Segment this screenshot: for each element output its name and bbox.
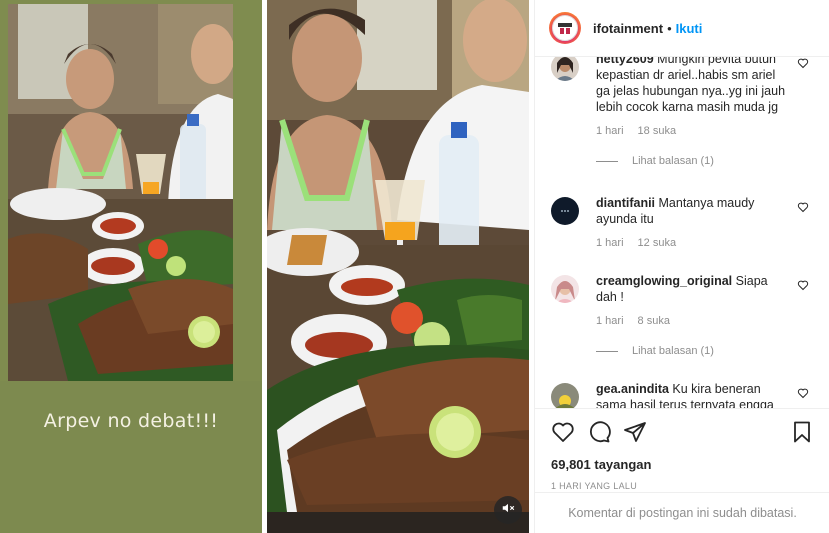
view-replies[interactable]: Lihat balasan (1) <box>596 345 821 357</box>
heart-icon[interactable] <box>551 420 575 444</box>
comment-username[interactable]: diantifanii <box>596 196 655 210</box>
story-photo <box>8 4 233 381</box>
like-comment-icon[interactable] <box>797 387 809 399</box>
follow-button[interactable]: Ikuti <box>676 21 703 36</box>
author-avatar[interactable] <box>549 12 581 44</box>
comment-icon[interactable] <box>587 420 611 444</box>
comment-text-block: diantifanii Mantanya maudy ayunda itu <box>596 195 786 227</box>
video-photo <box>267 0 529 512</box>
replies-divider <box>596 160 618 162</box>
post-media[interactable]: Arpev no debat!!! <box>0 0 534 533</box>
author-avatar-logo <box>552 15 578 41</box>
comment-text-block: creamglowing_original Siapa dah ! <box>596 273 786 305</box>
comment-likes[interactable]: 12 suka <box>638 237 677 249</box>
comment-time: 1 hari <box>596 125 624 137</box>
comment-likes[interactable]: 18 suka <box>638 125 677 137</box>
story-frame: Arpev no debat!!! <box>0 0 262 533</box>
share-icon[interactable] <box>623 420 647 444</box>
replies-divider <box>596 350 618 352</box>
comment-item: gea.anindita Ku kira beneran sama hasil … <box>551 381 821 408</box>
comment-meta: 1 hari 12 suka <box>596 237 821 249</box>
video-frame <box>267 0 529 533</box>
view-replies-label[interactable]: Lihat balasan (1) <box>632 155 714 167</box>
post-timestamp[interactable]: 1 HARI YANG LALU <box>551 481 814 491</box>
story-frame-background <box>0 381 262 533</box>
comment-time: 1 hari <box>596 315 624 327</box>
comment-text-block: netty2609 Mungkin pevita butuh kepastian… <box>596 57 786 115</box>
comments-restricted-notice: Komentar di postingan ini sudah dibatasi… <box>535 492 829 533</box>
view-replies-label[interactable]: Lihat balasan (1) <box>632 345 714 357</box>
comment-meta: 1 hari 18 suka <box>596 125 821 137</box>
comment-time: 1 hari <box>596 237 624 249</box>
comment-likes[interactable]: 8 suka <box>638 315 670 327</box>
comment-username[interactable]: netty2609 <box>596 57 654 66</box>
mute-button[interactable] <box>494 496 522 524</box>
header-separator: • <box>667 20 672 36</box>
commenter-avatar[interactable] <box>551 57 579 81</box>
commenter-avatar[interactable] <box>551 383 579 408</box>
author-username[interactable]: ifotainment <box>593 21 663 36</box>
comment-meta: 1 hari 8 suka <box>596 315 821 327</box>
comment-item: creamglowing_original Siapa dah ! 1 hari… <box>551 273 821 357</box>
comment-item: diantifanii Mantanya maudy ayunda itu 1 … <box>551 195 821 249</box>
comment-username[interactable]: gea.anindita <box>596 382 669 396</box>
action-icons <box>551 419 814 445</box>
comment-username[interactable]: creamglowing_original <box>596 274 732 288</box>
comments-list[interactable]: netty2609 Mungkin pevita butuh kepastian… <box>535 57 829 408</box>
comment-text-block: gea.anindita Ku kira beneran sama hasil … <box>596 381 786 408</box>
commenter-avatar[interactable] <box>551 197 579 225</box>
like-comment-icon[interactable] <box>797 57 809 69</box>
comment-item: netty2609 Mungkin pevita butuh kepastian… <box>551 57 821 167</box>
view-count[interactable]: 69,801 tayangan <box>551 457 814 472</box>
mute-icon <box>501 501 515 520</box>
post-header: ifotainment • Ikuti <box>535 0 829 57</box>
bookmark-icon[interactable] <box>790 420 814 444</box>
video-bottom-strip <box>267 512 529 533</box>
post-sidebar: ifotainment • Ikuti netty2609 Mungkin pe… <box>534 0 829 533</box>
commenter-avatar[interactable] <box>551 275 579 303</box>
story-caption: Arpev no debat!!! <box>43 410 219 432</box>
like-comment-icon[interactable] <box>797 201 809 213</box>
like-comment-icon[interactable] <box>797 279 809 291</box>
view-replies[interactable]: Lihat balasan (1) <box>596 155 821 167</box>
